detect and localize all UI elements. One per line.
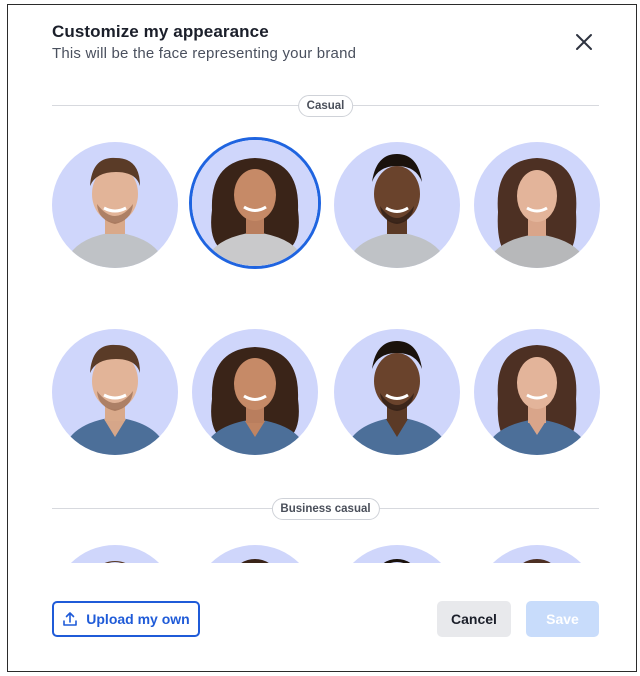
avatar-option[interactable] [474,545,600,563]
avatar-option[interactable] [192,329,318,455]
close-icon [576,34,592,50]
avatar-option[interactable] [334,545,460,563]
close-button[interactable] [572,30,596,54]
upload-button-label: Upload my own [86,611,190,627]
upload-my-own-button[interactable]: Upload my own [52,601,200,637]
save-button[interactable]: Save [526,601,599,637]
avatar-option-selected[interactable] [192,140,318,266]
section-divider-business-casual: Business casual [52,498,599,520]
avatar-option[interactable] [334,142,460,268]
customize-appearance-dialog: Customize my appearance This will be the… [0,0,640,676]
section-label-casual: Casual [297,95,354,117]
section-label-business-casual: Business casual [271,498,380,520]
cancel-button-label: Cancel [451,611,497,627]
upload-icon [63,612,78,626]
save-button-label: Save [546,611,579,627]
avatar-option[interactable] [192,545,318,563]
avatar-option[interactable] [52,545,178,563]
dialog-subtitle: This will be the face representing your … [52,45,357,62]
avatar-scroll-area[interactable]: Business casual [40,125,615,563]
avatar-option[interactable] [52,142,178,268]
avatar-option[interactable] [474,142,600,268]
avatar-option[interactable] [474,329,600,455]
cancel-button[interactable]: Cancel [437,601,511,637]
section-divider-casual: Casual [52,95,599,117]
avatar-option[interactable] [334,329,460,455]
dialog-title: Customize my appearance [52,22,269,41]
avatar-option[interactable] [52,329,178,455]
